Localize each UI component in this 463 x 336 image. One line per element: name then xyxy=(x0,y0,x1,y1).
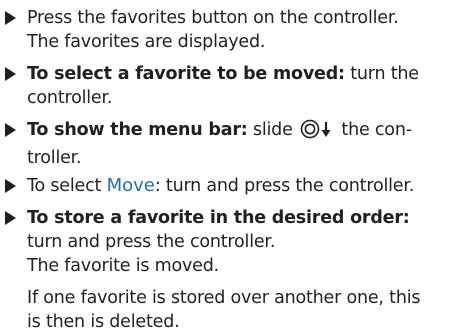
step-1-text: Press the favorites button on the contro… xyxy=(27,8,399,28)
step-4-text-after: : turn and press the controller. xyxy=(154,176,415,196)
step-5-result: The favorite is moved. xyxy=(27,256,219,276)
step-2: To select a favorite to be moved: turn t… xyxy=(0,62,463,110)
menu-term-move: Move xyxy=(106,175,155,196)
note-paragraph: If one favorite is stored over another o… xyxy=(0,286,463,334)
step-1-result: The favorites are displayed. xyxy=(27,32,266,52)
step-2-lead: To select a favorite to be moved: xyxy=(27,64,345,84)
step-3: To show the menu bar: slide the con- tro… xyxy=(0,118,463,170)
step-5-text: turn and press the controller. xyxy=(27,232,276,252)
step-5-lead: To store a favorite in the desired order… xyxy=(27,208,410,228)
note-line-2: is then is deleted. xyxy=(27,312,180,332)
step-4: To select Move: turn and press the contr… xyxy=(0,174,463,198)
instruction-document: Press the favorites button on the contro… xyxy=(0,0,463,336)
step-4-text-before: To select xyxy=(27,176,102,196)
step-3-text-line2: troller. xyxy=(27,148,82,168)
triangle-bullet-icon xyxy=(5,179,16,193)
triangle-bullet-icon xyxy=(5,211,16,225)
step-1: Press the favorites button on the contro… xyxy=(0,6,463,54)
step-3-text-after: the con- xyxy=(341,120,412,140)
step-3-text-before: slide xyxy=(252,120,293,140)
triangle-bullet-icon xyxy=(5,11,16,25)
step-3-lead: To show the menu bar: xyxy=(27,120,248,140)
note-line-1: If one favorite is stored over another o… xyxy=(27,288,421,308)
triangle-bullet-icon xyxy=(5,123,16,137)
step-5: To store a favorite in the desired order… xyxy=(0,206,463,278)
controller-slide-down-icon xyxy=(300,119,334,146)
triangle-bullet-icon xyxy=(5,67,16,81)
